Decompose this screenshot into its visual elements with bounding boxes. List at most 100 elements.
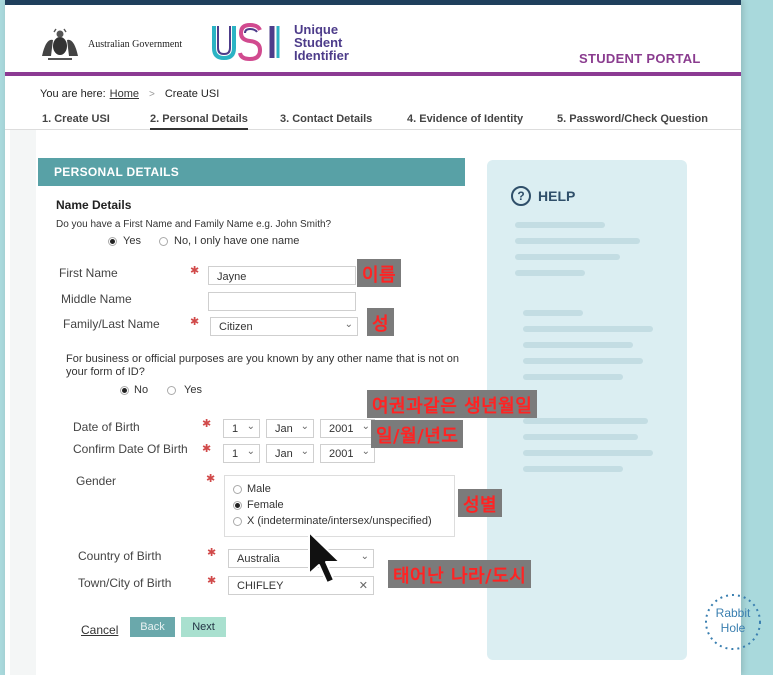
next-button[interactable]: Next xyxy=(181,617,226,637)
breadcrumb-home-link[interactable]: Home xyxy=(110,88,139,100)
confirm-dob-label: Confirm Date Of Birth xyxy=(73,442,188,456)
help-heading[interactable]: ? HELP xyxy=(511,186,575,206)
annotation-birth-place: 태어난 나라/도시 xyxy=(388,560,532,588)
name-yes-label: Yes xyxy=(123,235,141,247)
help-placeholder-line xyxy=(523,310,583,316)
back-button[interactable]: Back xyxy=(130,617,175,637)
clear-x-icon[interactable]: ✕ xyxy=(359,579,368,592)
chevron-down-icon: ⌄ xyxy=(344,319,353,330)
town-of-birth-label: Town/City of Birth xyxy=(78,576,172,590)
section-header: PERSONAL DETAILS xyxy=(38,158,465,186)
other-name-no-label: No xyxy=(134,384,149,396)
country-of-birth-label: Country of Birth xyxy=(78,549,162,563)
usi-word-unique: Unique xyxy=(294,21,339,37)
annotation-family-name: 성 xyxy=(367,308,395,336)
rabbit-hole-watermark: Rabbit Hole xyxy=(704,606,762,636)
help-placeholder-line xyxy=(523,358,643,364)
step-contact-details[interactable]: 3. Contact Details xyxy=(280,113,372,125)
dob-day-select[interactable]: 1 ⌄ xyxy=(223,419,260,438)
breadcrumb-current: Create USI xyxy=(164,88,220,100)
usi-logo[interactable]: Unique Student Identifier xyxy=(210,22,349,62)
required-asterisk-icon: ✱ xyxy=(190,316,200,328)
chevron-down-icon: ⌄ xyxy=(246,446,255,457)
other-name-no-radio[interactable] xyxy=(120,386,129,395)
coat-of-arms-icon xyxy=(42,28,78,60)
chevron-down-icon: ⌄ xyxy=(361,446,370,457)
dob-month-value: Jan xyxy=(275,423,293,435)
breadcrumb-separator-icon: > xyxy=(149,88,155,100)
gender-x-label: X (indeterminate/intersex/unspecified) xyxy=(247,515,432,527)
help-placeholder-line xyxy=(523,450,653,456)
town-of-birth-input[interactable]: CHIFLEY ✕ xyxy=(228,576,374,595)
required-asterisk-icon: ✱ xyxy=(206,473,216,485)
required-asterisk-icon: ✱ xyxy=(190,265,200,277)
chevron-down-icon: ⌄ xyxy=(300,421,309,432)
help-placeholder-line xyxy=(515,270,585,276)
name-yes-radio[interactable] xyxy=(108,237,117,246)
help-placeholder-line xyxy=(515,222,605,228)
country-of-birth-select[interactable]: Australia ⌄ xyxy=(228,549,374,568)
annotation-first-name: 이름 xyxy=(357,259,402,287)
step-create-usi[interactable]: 1. Create USI xyxy=(42,113,110,125)
chevron-down-icon: ⌄ xyxy=(300,446,309,457)
other-name-yes-label: Yes xyxy=(184,384,202,396)
dob-year-select[interactable]: 2001 ⌄ xyxy=(320,419,375,438)
help-placeholder-line xyxy=(523,418,648,424)
left-gutter xyxy=(10,130,36,675)
dob-month-select[interactable]: Jan ⌄ xyxy=(266,419,314,438)
confirm-dob-month-select[interactable]: Jan ⌄ xyxy=(266,444,314,463)
name-question: Do you have a First Name and Family Name… xyxy=(56,219,332,230)
dob-day-value: 1 xyxy=(232,423,239,435)
annotation-gender: 성별 xyxy=(458,489,503,517)
step-personal-details[interactable]: 2. Personal Details xyxy=(150,113,248,130)
family-name-input[interactable]: Citizen ⌄ xyxy=(210,317,358,336)
town-of-birth-value: CHIFLEY xyxy=(237,580,284,592)
usi-word-student: Student xyxy=(294,34,343,50)
portal-title: STUDENT PORTAL xyxy=(579,51,701,66)
dob-label: Date of Birth xyxy=(73,420,140,434)
help-placeholder-line xyxy=(523,374,623,380)
help-placeholder-line xyxy=(523,326,653,332)
family-name-value: Citizen xyxy=(219,321,253,333)
chevron-down-icon: ⌄ xyxy=(360,551,369,562)
watermark-line2: Hole xyxy=(720,621,746,635)
help-title: HELP xyxy=(538,188,576,204)
dob-year-value: 2001 xyxy=(329,423,354,435)
gender-female-label: Female xyxy=(247,499,284,511)
name-details-heading: Name Details xyxy=(56,198,132,212)
breadcrumb-prefix: You are here: xyxy=(40,88,106,100)
step-password-check-question[interactable]: 5. Password/Check Question xyxy=(557,113,708,125)
required-asterisk-icon: ✱ xyxy=(202,443,212,455)
question-circle-icon: ? xyxy=(511,186,531,206)
required-asterisk-icon: ✱ xyxy=(202,418,212,430)
confirm-dob-month-value: Jan xyxy=(275,448,293,460)
middle-name-input[interactable] xyxy=(208,292,356,311)
other-name-yes-radio[interactable] xyxy=(167,386,176,395)
annotation-dob-order: 일/월/년도 xyxy=(371,420,464,448)
annotation-passport-dob: 여권과같은 생년월일 xyxy=(367,390,538,418)
usi-wordmark: Unique Student Identifier xyxy=(294,23,349,62)
first-name-input[interactable] xyxy=(208,266,356,285)
other-name-question-line1: For business or official purposes are yo… xyxy=(66,353,459,365)
breadcrumb: You are here: Home > Create USI xyxy=(40,88,219,100)
usi-logo-mark xyxy=(212,22,280,62)
cancel-link[interactable]: Cancel xyxy=(81,623,118,637)
gender-x-radio[interactable] xyxy=(233,517,242,526)
help-placeholder-line xyxy=(523,434,638,440)
name-no-radio[interactable] xyxy=(159,237,168,246)
confirm-dob-day-select[interactable]: 1 ⌄ xyxy=(223,444,260,463)
step-evidence-of-identity[interactable]: 4. Evidence of Identity xyxy=(407,113,523,125)
mouse-pointer-icon xyxy=(308,531,341,584)
government-logo[interactable]: Australian Government xyxy=(36,26,182,62)
gender-female-radio[interactable] xyxy=(233,501,242,510)
watermark-line1: Rabbit xyxy=(715,606,751,620)
chevron-down-icon: ⌄ xyxy=(361,421,370,432)
country-of-birth-value: Australia xyxy=(237,553,280,565)
confirm-dob-year-value: 2001 xyxy=(329,448,354,460)
confirm-dob-year-select[interactable]: 2001 ⌄ xyxy=(320,444,375,463)
gender-male-radio[interactable] xyxy=(233,485,242,494)
header-divider xyxy=(5,72,741,76)
name-no-label: No, I only have one name xyxy=(174,235,300,247)
required-asterisk-icon: ✱ xyxy=(207,575,217,587)
first-name-label: First Name xyxy=(59,266,118,280)
